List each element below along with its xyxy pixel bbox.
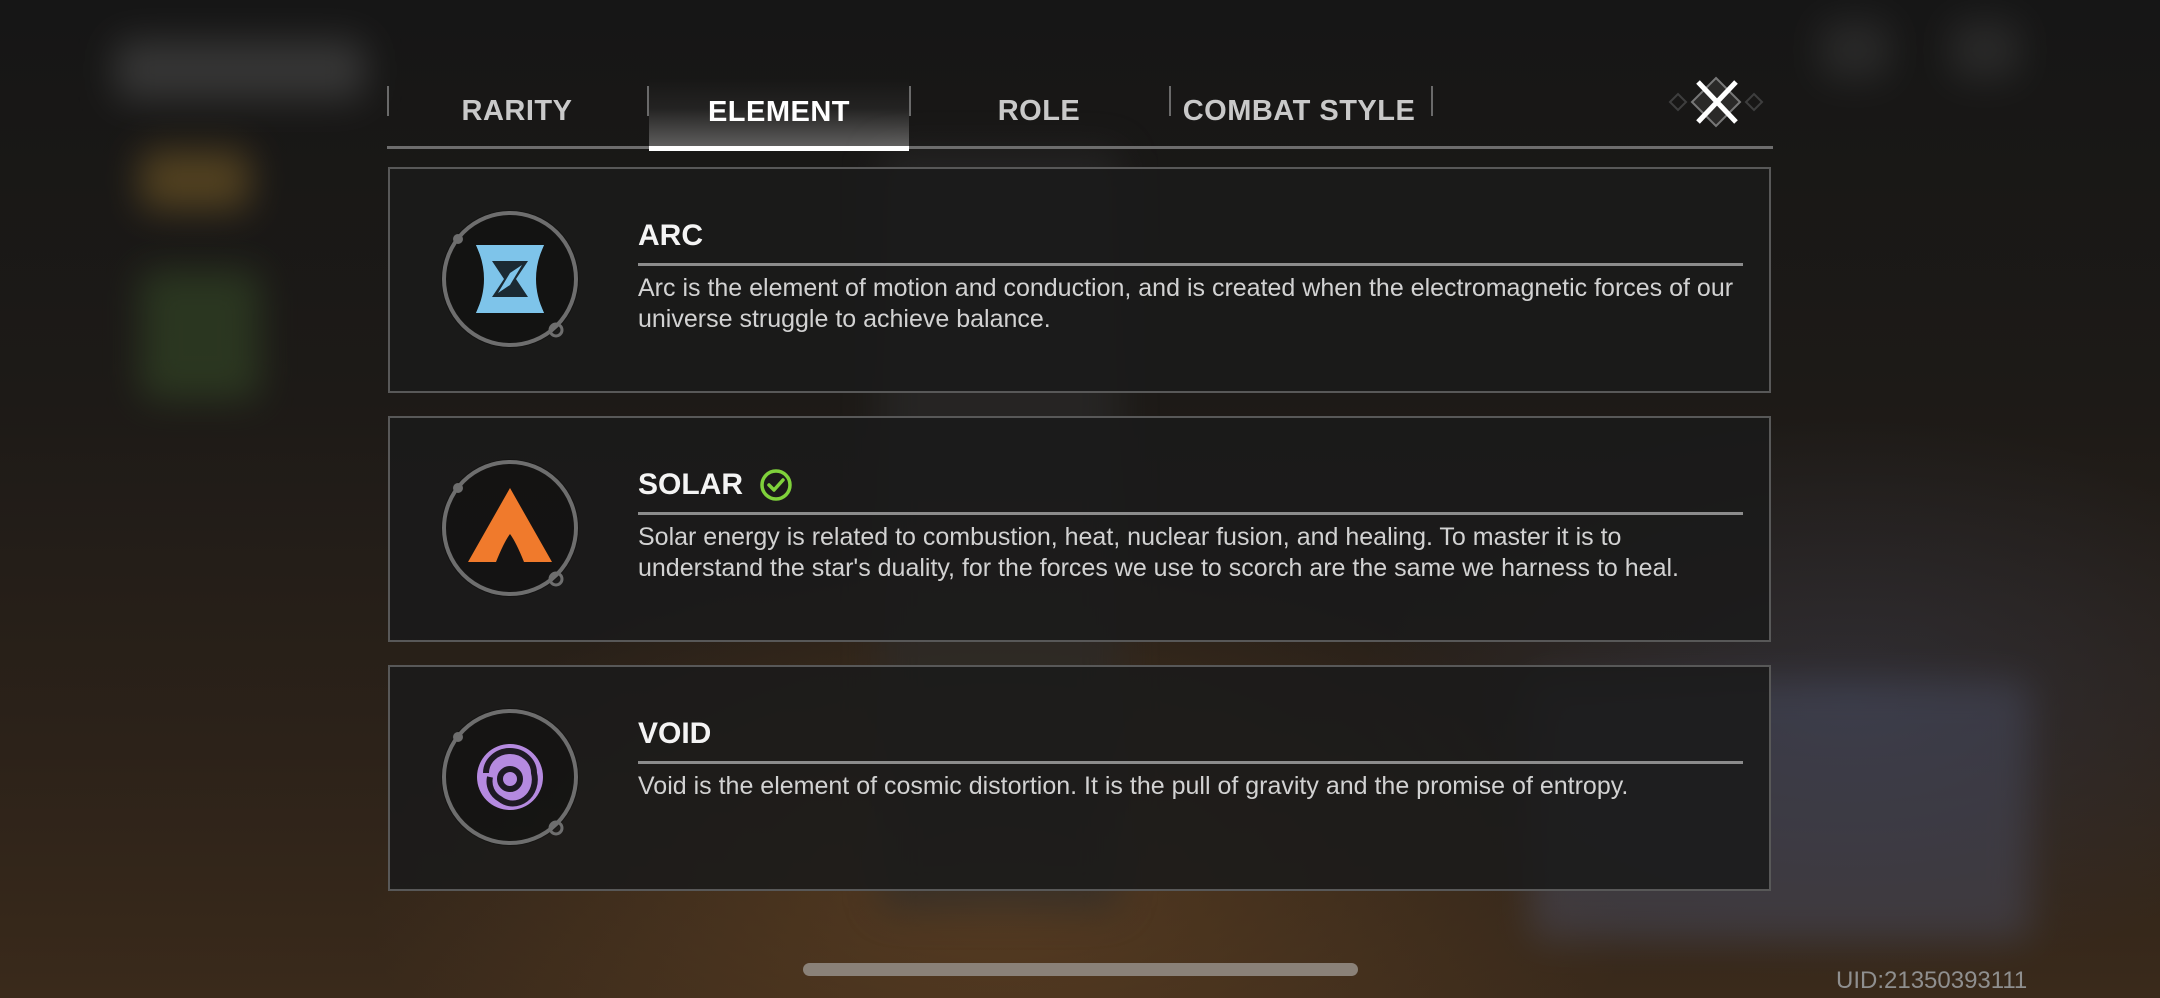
background-blur [140, 150, 250, 210]
close-button[interactable] [1666, 74, 1766, 130]
void-emblem [440, 707, 580, 847]
element-description: Solar energy is related to combustion, h… [638, 523, 1679, 582]
element-name: SOLAR [638, 468, 743, 501]
home-indicator[interactable] [803, 963, 1358, 976]
element-name: VOID [638, 717, 712, 750]
tab-combat-style[interactable]: COMBAT STYLE [1171, 78, 1427, 144]
element-title: SOLAR [638, 468, 793, 502]
arc-element-icon [476, 245, 544, 313]
element-card-arc[interactable]: ARC Arc is the element of motion and con… [388, 167, 1771, 393]
element-description: Void is the element of cosmic distortion… [638, 772, 1629, 800]
tab-element[interactable]: ELEMENT [649, 78, 909, 151]
element-title: ARC [638, 219, 703, 253]
title-divider [638, 512, 1743, 515]
arc-emblem [440, 209, 580, 349]
background-blur [1820, 20, 1890, 80]
element-name: ARC [638, 219, 703, 252]
background-blur [1950, 20, 2020, 80]
background-blur [140, 270, 260, 400]
filter-tab-bar: RARITY ELEMENT ROLE COMBAT STYLE [387, 78, 1773, 151]
element-title: VOID [638, 717, 711, 751]
solar-emblem [440, 458, 580, 598]
player-uid: UID:21350393111 [1836, 967, 2028, 994]
check-circle-icon [760, 469, 792, 501]
tab-divider [1431, 86, 1433, 116]
title-divider [638, 263, 1743, 266]
background-blur [115, 40, 365, 100]
title-divider [638, 761, 1743, 764]
void-element-icon [477, 744, 543, 810]
element-description: Arc is the element of motion and conduct… [638, 274, 1734, 333]
element-card-solar[interactable]: SOLAR Solar energy is related to combust… [388, 416, 1771, 642]
tab-rarity[interactable]: RARITY [389, 78, 645, 144]
element-card-void[interactable]: VOID Void is the element of cosmic disto… [388, 665, 1771, 891]
tab-role[interactable]: ROLE [911, 78, 1167, 144]
close-x-icon [1668, 76, 1764, 128]
